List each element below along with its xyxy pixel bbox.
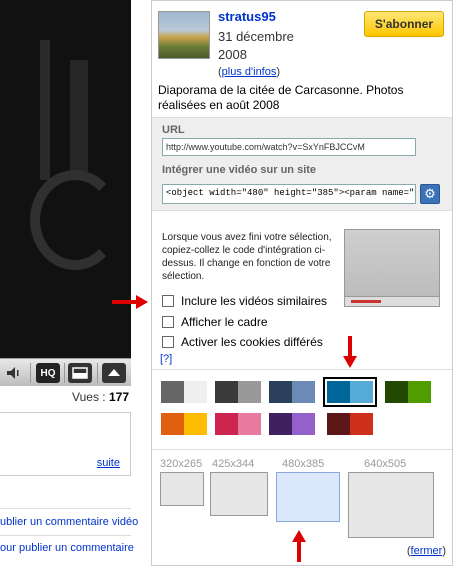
view-count: Vues : 177 <box>0 390 131 404</box>
widescreen-icon[interactable] <box>68 363 92 383</box>
share-box: URL Intégrer une vidéo sur un site <obje… <box>152 117 452 211</box>
player-controls: HQ <box>0 358 131 386</box>
related-videos-label: Inclure les vidéos similaires <box>181 294 328 308</box>
divider <box>0 508 131 509</box>
help-link[interactable]: [?] <box>160 353 172 365</box>
color-swatch[interactable] <box>326 412 374 436</box>
more-info: (plus d'infos) <box>218 66 280 78</box>
video-frame-shape <box>40 40 50 180</box>
url-label: URL <box>162 124 185 136</box>
views-number: 177 <box>108 390 129 404</box>
upload-year: 2008 <box>218 47 247 62</box>
upload-date: 31 décembre <box>218 29 294 44</box>
size-options: 320x265 425x344 480x385 640x505 <box>152 449 452 539</box>
more-info-link[interactable]: plus d'infos <box>222 66 277 78</box>
color-swatch[interactable] <box>214 380 262 404</box>
divider <box>64 363 65 383</box>
size-option[interactable] <box>276 472 340 522</box>
color-swatch[interactable] <box>160 380 208 404</box>
video-description: Diaporama de la citée de Carcasonne. Pho… <box>158 83 404 112</box>
post-comment-link[interactable]: our publier un commentaire <box>0 542 134 554</box>
embed-instructions: Lorsque vous avez fini votre sélection, … <box>162 232 332 282</box>
related-videos-checkbox[interactable] <box>162 295 174 307</box>
paren-close: ) <box>276 66 281 78</box>
username-link[interactable]: stratus95 <box>218 9 276 24</box>
show-border-checkbox[interactable] <box>162 316 174 328</box>
preview-progress <box>351 300 381 303</box>
more-link[interactable]: suite <box>97 457 120 469</box>
color-swatch[interactable] <box>268 412 316 436</box>
size-label: 640x505 <box>364 458 407 470</box>
fullscreen-icon[interactable] <box>102 363 126 383</box>
arrow-right-icon <box>112 295 148 309</box>
close-area: (fermer) <box>407 545 446 557</box>
size-label: 480x385 <box>282 458 325 470</box>
paren-close: ) <box>442 545 446 557</box>
hq-button[interactable]: HQ <box>36 363 60 383</box>
size-option[interactable] <box>210 472 268 516</box>
privacy-mode-option[interactable]: Activer les cookies différés <box>162 335 323 349</box>
color-swatch[interactable] <box>268 380 316 404</box>
views-label: Vues : <box>72 390 106 404</box>
privacy-mode-label: Activer les cookies différés <box>181 335 323 349</box>
share-panel: stratus95 31 décembre 2008 (plus d'infos… <box>151 0 453 566</box>
size-label: 320x265 <box>160 458 203 470</box>
channel-info: stratus95 31 décembre 2008 (plus d'infos… <box>156 5 450 78</box>
color-swatch[interactable] <box>160 412 208 436</box>
video-frame-shape <box>70 60 88 180</box>
embed-label: Intégrer une vidéo sur un site <box>162 164 317 176</box>
color-swatch[interactable] <box>323 377 377 407</box>
size-option[interactable] <box>160 472 204 506</box>
embed-code-field[interactable]: <object width="480" height="385"><param … <box>162 184 416 204</box>
post-video-comment-link[interactable]: ublier un commentaire vidéo <box>0 516 138 528</box>
url-field[interactable] <box>162 138 416 156</box>
gear-icon[interactable]: ⚙ <box>420 184 440 204</box>
close-link[interactable]: fermer <box>411 545 443 557</box>
divider <box>0 535 131 536</box>
video-frame-shape <box>30 170 120 270</box>
description-box: suite <box>0 412 131 476</box>
color-swatch[interactable] <box>214 412 262 436</box>
volume-icon[interactable] <box>4 363 24 383</box>
divider <box>30 363 31 383</box>
color-swatches <box>152 369 452 445</box>
arrow-up-icon <box>292 530 306 562</box>
size-option[interactable] <box>348 472 434 538</box>
embed-options: Lorsque vous avez fini votre sélection, … <box>152 213 452 365</box>
show-border-label: Afficher le cadre <box>181 315 268 329</box>
subscribe-button[interactable]: S'abonner <box>364 11 444 37</box>
privacy-mode-checkbox[interactable] <box>162 336 174 348</box>
player-preview <box>344 229 440 307</box>
show-border-option[interactable]: Afficher le cadre <box>162 315 268 329</box>
related-videos-option[interactable]: Inclure les vidéos similaires <box>162 294 327 308</box>
color-swatch[interactable] <box>384 380 432 404</box>
channel-thumbnail[interactable] <box>158 11 210 59</box>
divider <box>97 363 98 383</box>
size-label: 425x344 <box>212 458 255 470</box>
arrow-down-icon <box>343 336 357 368</box>
